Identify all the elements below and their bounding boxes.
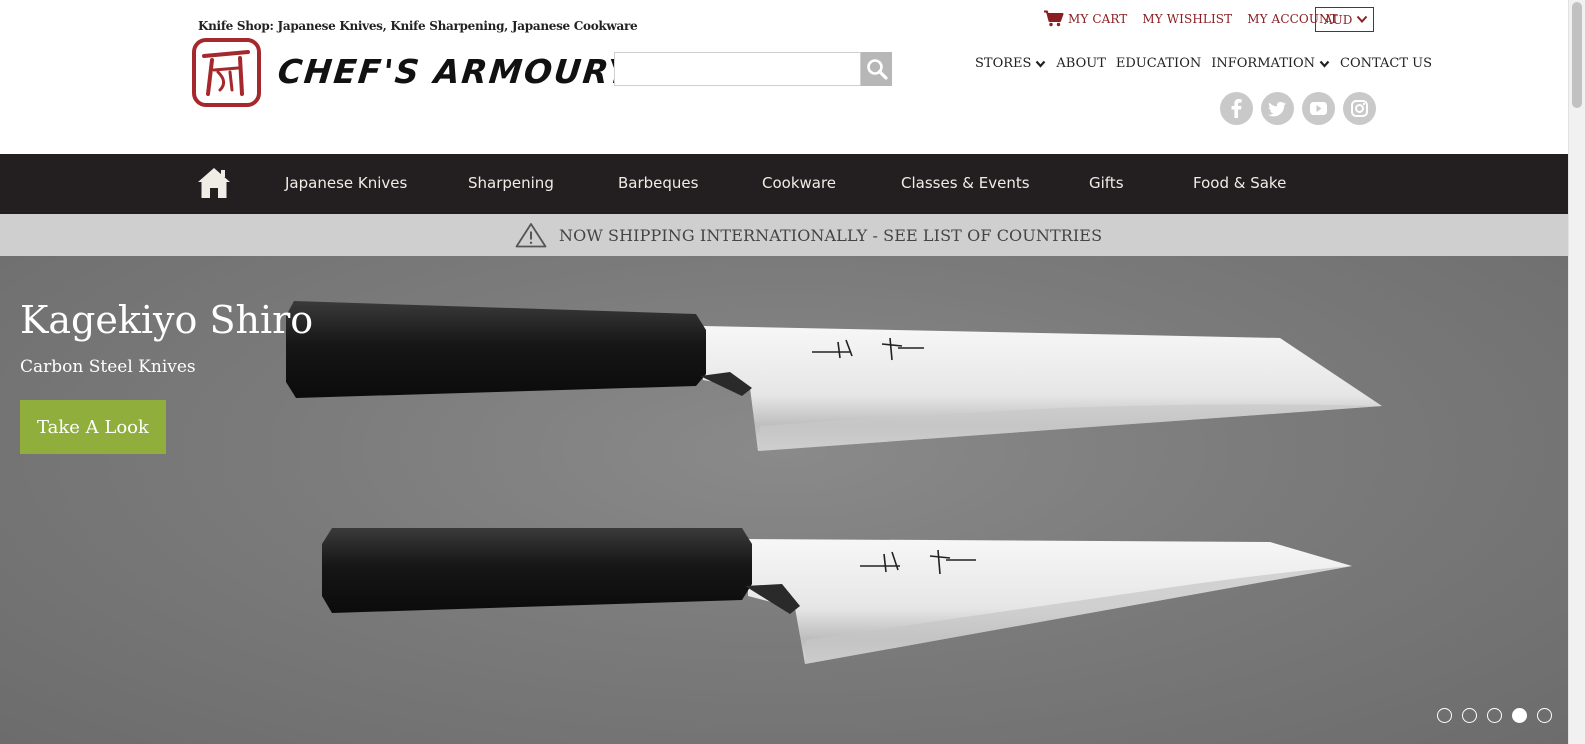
my-wishlist-link[interactable]: MY WISHLIST	[1142, 12, 1232, 26]
nav-information[interactable]: INFORMATION	[1211, 56, 1330, 71]
facebook-icon[interactable]	[1220, 92, 1253, 125]
slider-dot-3[interactable]	[1487, 708, 1502, 723]
page: Knife Shop: Japanese Knives, Knife Sharp…	[0, 0, 1585, 744]
my-cart-label: MY CART	[1068, 11, 1128, 26]
nav-classes-events[interactable]: Classes & Events	[901, 174, 1030, 192]
shipping-banner[interactable]: NOW SHIPPING INTERNATIONALLY - SEE LIST …	[0, 214, 1568, 256]
chevron-down-icon	[1319, 60, 1330, 68]
nav-education-label: EDUCATION	[1115, 56, 1202, 71]
nav-stores[interactable]: STORES	[975, 56, 1046, 71]
search-icon	[866, 59, 888, 80]
slider-dot-1[interactable]	[1437, 708, 1452, 723]
nav-gifts[interactable]: Gifts	[1089, 174, 1124, 192]
chevron-down-icon	[1036, 60, 1046, 68]
secondary-nav: STORES ABOUT EDUCATION INFORMATION CONTA…	[975, 56, 1432, 71]
nav-about[interactable]: ABOUT	[1056, 56, 1105, 71]
search-button[interactable]	[861, 52, 892, 86]
warning-icon	[515, 223, 547, 248]
social-links	[1220, 92, 1376, 125]
my-cart-link[interactable]: MY CART	[1043, 10, 1127, 27]
nav-stores-label: STORES	[975, 56, 1032, 71]
currency-select[interactable]: AUD	[1315, 7, 1374, 32]
slider-dot-2[interactable]	[1462, 708, 1477, 723]
nav-contact-label: CONTACT US	[1340, 56, 1432, 71]
site-header: Knife Shop: Japanese Knives, Knife Sharp…	[0, 0, 1568, 154]
nav-sharpening[interactable]: Sharpening	[468, 174, 554, 192]
take-a-look-button[interactable]: Take A Look	[20, 400, 166, 454]
twitter-icon[interactable]	[1261, 92, 1294, 125]
nav-about-label: ABOUT	[1056, 56, 1106, 71]
home-icon[interactable]	[196, 165, 232, 205]
main-navigation: Japanese Knives Sharpening Barbeques Coo…	[0, 154, 1568, 214]
nav-information-label: INFORMATION	[1211, 56, 1316, 71]
slider-dot-5[interactable]	[1537, 708, 1552, 723]
slider-dot-4[interactable]	[1512, 708, 1527, 723]
logo-wordmark[interactable]: CHEF'S ARMOURY	[276, 52, 635, 91]
nav-contact-us[interactable]: CONTACT US	[1340, 56, 1432, 71]
hero-title: Kagekiyo Shiro	[20, 298, 314, 342]
my-wishlist-label: MY WISHLIST	[1142, 11, 1233, 26]
hero-slider: Kagekiyo Shiro Carbon Steel Knives Take …	[0, 256, 1568, 744]
slider-pagination	[1437, 708, 1552, 723]
shipping-banner-text: NOW SHIPPING INTERNATIONALLY - SEE LIST …	[559, 226, 1103, 245]
nav-education[interactable]: EDUCATION	[1116, 56, 1201, 71]
logo-icon[interactable]	[192, 38, 261, 107]
search-input[interactable]	[615, 53, 860, 85]
nav-barbeques[interactable]: Barbeques	[618, 174, 698, 192]
nav-food-sake[interactable]: Food & Sake	[1193, 174, 1286, 192]
hero-subtitle: Carbon Steel Knives	[20, 357, 196, 377]
nav-cookware[interactable]: Cookware	[762, 174, 836, 192]
site-tagline: Knife Shop: Japanese Knives, Knife Sharp…	[198, 19, 638, 33]
account-links: MY CART MY WISHLIST MY ACCOUNT	[1043, 10, 1353, 27]
scrollbar-thumb[interactable]	[1572, 2, 1582, 108]
page-scrollbar[interactable]	[1568, 0, 1585, 744]
youtube-icon[interactable]	[1302, 92, 1335, 125]
currency-value: AUD	[1324, 12, 1353, 27]
chevron-down-icon	[1356, 15, 1368, 23]
cart-icon	[1044, 10, 1064, 27]
search-field[interactable]	[614, 52, 861, 86]
instagram-icon[interactable]	[1343, 92, 1376, 125]
nav-japanese-knives[interactable]: Japanese Knives	[285, 174, 407, 192]
